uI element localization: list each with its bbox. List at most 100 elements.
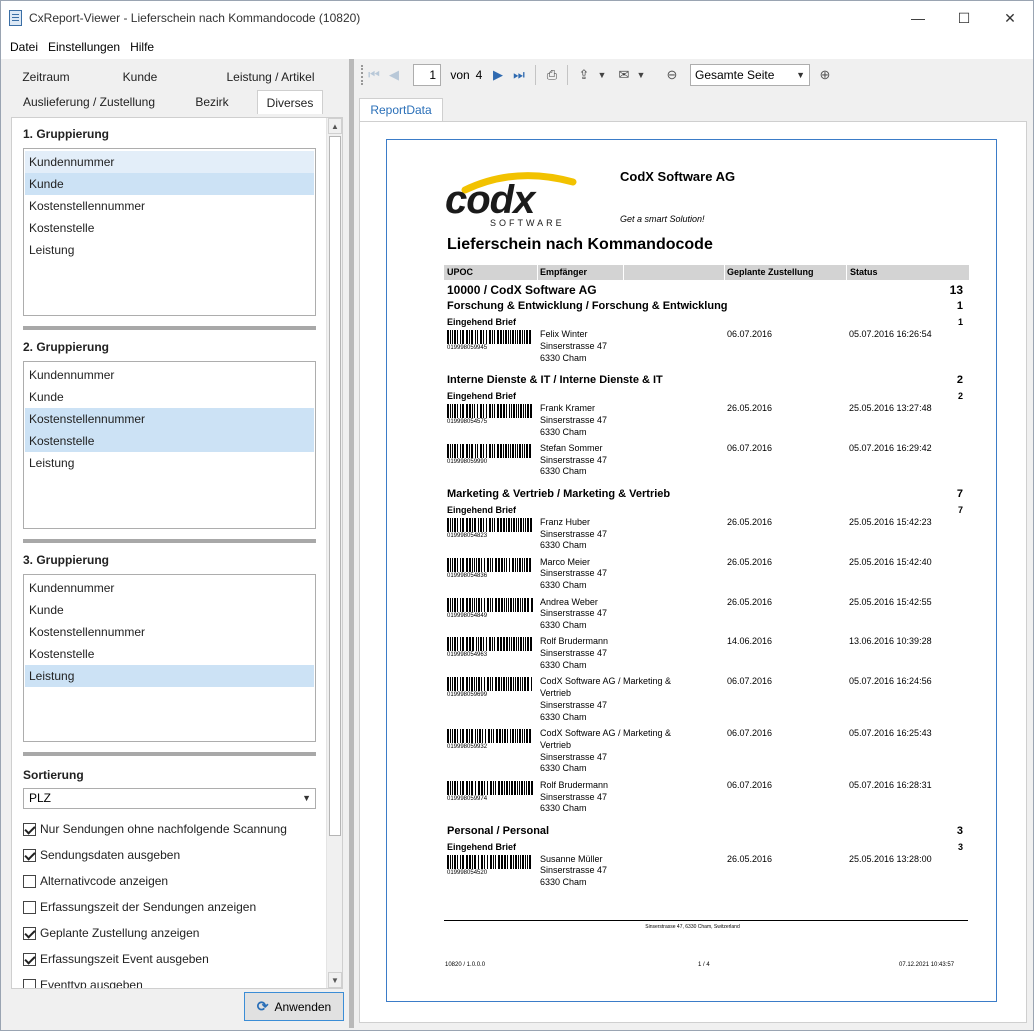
- planned-delivery: 14.06.2016: [727, 636, 773, 647]
- zoom-select[interactable]: Gesamte Seite ▼: [690, 64, 810, 86]
- tab-leistung-artikel[interactable]: Leistung / Artikel: [199, 65, 342, 89]
- close-button[interactable]: ✕: [987, 1, 1033, 35]
- option-sendungsdaten[interactable]: Sendungsdaten ausgeben: [23, 846, 180, 864]
- zoom-value: Gesamte Seite: [695, 68, 775, 82]
- list-item[interactable]: Leistung: [25, 665, 314, 687]
- tab-reportdata[interactable]: ReportData: [359, 98, 443, 122]
- tab-auslieferung-zustellung[interactable]: Auslieferung / Zustellung: [11, 90, 167, 114]
- tab-kunde[interactable]: Kunde: [81, 65, 199, 89]
- recipient-line: 6330 Cham: [540, 660, 587, 670]
- checkbox[interactable]: [23, 952, 36, 966]
- barcode-icon: [447, 557, 531, 572]
- grouping-3-list[interactable]: Kundennummer Kunde Kostenstellennummer K…: [23, 574, 316, 742]
- option-alternativcode[interactable]: Alternativcode anzeigen: [23, 872, 168, 890]
- minimize-button[interactable]: —: [895, 1, 941, 35]
- checkbox[interactable]: [23, 926, 36, 940]
- grouping-2-list[interactable]: Kundennummer Kunde Kostenstellennummer K…: [23, 361, 316, 529]
- scroll-down-icon[interactable]: ▼: [328, 972, 342, 988]
- email-dropdown-icon[interactable]: ▼: [636, 66, 646, 84]
- list-item[interactable]: Kostenstelle: [25, 643, 314, 665]
- planned-delivery: 06.07.2016: [727, 442, 773, 453]
- list-item[interactable]: Kostenstellennummer: [25, 195, 314, 217]
- first-page-icon[interactable]: ⏮: [367, 66, 381, 84]
- toolbar-grip[interactable]: [361, 65, 364, 85]
- list-item[interactable]: Kostenstellennummer: [25, 621, 314, 643]
- option-erfassungszeit-sendungen[interactable]: Erfassungszeit der Sendungen anzeigen: [23, 898, 256, 916]
- grouping-1-title: 1. Gruppierung: [23, 127, 110, 141]
- last-page-icon[interactable]: ⏭: [511, 66, 527, 84]
- menu-datei[interactable]: Datei: [5, 40, 43, 54]
- recipient-line: 6330 Cham: [540, 763, 587, 774]
- barcode-number: 019998054836: [447, 572, 488, 579]
- list-item[interactable]: Kunde: [25, 599, 314, 621]
- scrollbar-thumb[interactable]: [329, 136, 341, 836]
- panel-splitter[interactable]: [349, 59, 354, 1028]
- list-item[interactable]: Kostenstellennummer: [25, 408, 314, 430]
- list-item[interactable]: Leistung: [25, 239, 314, 261]
- barcode-icon: [447, 854, 531, 869]
- next-page-icon[interactable]: ▶: [491, 66, 505, 84]
- options-scrollbar[interactable]: ▲ ▼: [326, 118, 342, 988]
- tab-bezirk[interactable]: Bezirk: [167, 90, 257, 114]
- list-item[interactable]: Kundennummer: [25, 577, 314, 599]
- tab-diverses[interactable]: Diverses: [257, 90, 323, 114]
- recipient-line: Stefan Sommer: [540, 442, 603, 453]
- list-item[interactable]: Kunde: [25, 386, 314, 408]
- email-icon[interactable]: ✉: [615, 66, 633, 84]
- report-page: codx SOFTWARE CodX Software AG Get a sma…: [386, 139, 997, 1002]
- previous-page-icon[interactable]: ◀: [387, 66, 401, 84]
- col-empfaenger: Empfänger: [540, 267, 588, 277]
- zoom-out-icon[interactable]: ⊖: [663, 66, 681, 84]
- list-item[interactable]: Kunde: [25, 173, 314, 195]
- barcode-icon: [447, 403, 532, 418]
- refresh-icon: ⟳: [256, 998, 269, 1014]
- export-icon[interactable]: ⇪: [575, 66, 593, 84]
- status-timestamp: 25.05.2016 13:27:48: [849, 402, 932, 413]
- status-timestamp: 25.05.2016 15:42:40: [849, 556, 932, 567]
- planned-delivery: 26.05.2016: [727, 516, 773, 527]
- checkbox[interactable]: [23, 900, 36, 914]
- menu-hilfe[interactable]: Hilfe: [125, 40, 159, 54]
- maximize-button[interactable]: ☐: [941, 1, 987, 35]
- barcode-icon: [447, 637, 532, 652]
- recipient-line: Rolf Brudermann: [540, 779, 609, 790]
- recipient-line: Sinserstrasse 47: [540, 454, 608, 465]
- barcode-icon: [447, 597, 533, 612]
- status-timestamp: 13.06.2016 10:39:28: [849, 636, 932, 647]
- list-item[interactable]: Kostenstelle: [25, 217, 314, 239]
- section-count: 2: [956, 373, 963, 386]
- col-status: Status: [850, 267, 878, 277]
- recipient-line: Sinserstrasse 47: [540, 699, 608, 710]
- toolbar-separator: [535, 65, 536, 85]
- planned-delivery: 26.05.2016: [727, 853, 773, 864]
- checkbox[interactable]: [23, 978, 36, 988]
- menu-einstellungen[interactable]: Einstellungen: [43, 40, 125, 54]
- option-eventtyp[interactable]: Eventtyp ausgeben: [23, 976, 143, 988]
- page-number-input[interactable]: 1: [413, 64, 441, 86]
- checkbox[interactable]: [23, 848, 36, 862]
- checkbox[interactable]: [23, 822, 36, 836]
- tab-zeitraum[interactable]: Zeitraum: [11, 65, 81, 89]
- recipient-line: Vertrieb: [540, 688, 572, 699]
- checkbox[interactable]: [23, 874, 36, 888]
- scroll-up-icon[interactable]: ▲: [328, 118, 342, 134]
- list-item[interactable]: Leistung: [25, 452, 314, 474]
- export-dropdown-icon[interactable]: ▼: [597, 66, 607, 84]
- apply-button[interactable]: ⟳ Anwenden: [244, 992, 344, 1021]
- option-nur-sendungen[interactable]: Nur Sendungen ohne nachfolgende Scannung: [23, 820, 287, 838]
- list-item[interactable]: Kundennummer: [25, 151, 314, 173]
- list-item[interactable]: Kundennummer: [25, 364, 314, 386]
- list-item[interactable]: Kostenstelle: [25, 430, 314, 452]
- planned-delivery: 26.05.2016: [727, 596, 773, 607]
- option-geplante-zustellung[interactable]: Geplante Zustellung anzeigen: [23, 924, 199, 942]
- separator: [23, 752, 316, 756]
- viewer-toolbar: ⏮ ◀ 1 von 4 ▶ ⏭ ⎙ ⇪ ▼ ✉ ▼ ⊖ Gesamte Seit…: [355, 59, 1033, 91]
- subgroup-count: 3: [957, 841, 963, 852]
- zoom-in-icon[interactable]: ⊕: [816, 66, 834, 84]
- print-icon[interactable]: ⎙: [543, 66, 561, 84]
- recipient-line: Sinserstrasse 47: [540, 791, 608, 802]
- option-erfassungszeit-event[interactable]: Erfassungszeit Event ausgeben: [23, 950, 209, 968]
- grouping-1-list[interactable]: Kundennummer Kunde Kostenstellennummer K…: [23, 148, 316, 316]
- recipient-line: Vertrieb: [540, 739, 572, 750]
- sort-select[interactable]: PLZ ▼: [23, 788, 316, 809]
